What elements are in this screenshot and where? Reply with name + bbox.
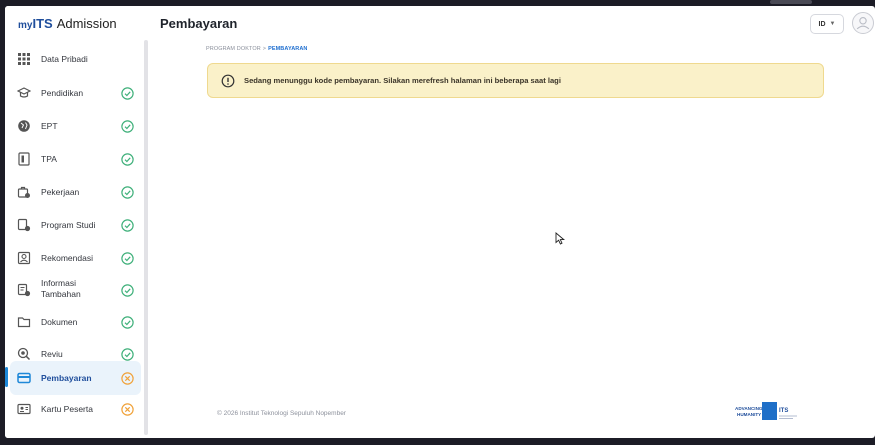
app-window: my ITS Admission Data Pribadi Pendidikan E… [5, 6, 875, 438]
sidebar-item-informasi-tambahan[interactable]: Informasi Tambahan [10, 272, 141, 308]
folder-icon [17, 317, 31, 328]
breadcrumb-separator: > [262, 46, 267, 52]
breadcrumb: PROGRAM DOKTOR > PEMBAYARAN [206, 46, 308, 52]
sidebar-scrollbar[interactable] [144, 40, 148, 435]
sidebar-item-label: Rekomendasi [41, 253, 93, 263]
sidebar-item-label: Kartu Peserta [41, 404, 93, 414]
chevron-down-icon: ▼ [829, 21, 836, 27]
footer-copyright: © 2026 Institut Teknologi Sepuluh Nopemb… [217, 410, 346, 417]
main-content: Pembayaran ID ▼ PROGRAM DOKTOR > PEMBAYARA… [150, 6, 875, 438]
payment-alert: Sedang menunggu kode pembayaran. Silakan… [207, 63, 824, 98]
globe-language-icon [18, 120, 30, 132]
sidebar-item-label: TPA [41, 154, 57, 164]
info-circle-icon [221, 74, 235, 88]
briefcase-icon [17, 186, 30, 198]
sidebar-item-dokumen[interactable]: Dokumen [10, 306, 141, 338]
logo-humanity: HUMANITY [737, 412, 761, 417]
check-circle-icon [121, 186, 134, 199]
check-circle-icon [121, 120, 134, 133]
recommendation-icon [17, 251, 31, 265]
alert-message: Sedang menunggu kode pembayaran. Silakan… [244, 76, 561, 85]
sidebar-item-ept[interactable]: EPT [10, 110, 141, 142]
top-chip [770, 0, 812, 4]
program-icon [17, 218, 31, 232]
brand-my: my [18, 20, 33, 31]
logo-its: ITS [779, 408, 788, 414]
sidebar-item-pembayaran[interactable]: Pembayaran [5, 361, 141, 395]
breadcrumb-current: PEMBAYARAN [268, 46, 308, 52]
page-title: Pembayaran [160, 16, 238, 31]
check-circle-icon [121, 316, 134, 329]
grid-icon [18, 53, 30, 65]
sidebar-item-label: EPT [41, 121, 58, 131]
sidebar-item-label: Data Pribadi [41, 54, 88, 64]
sidebar-item-pekerjaan[interactable]: Pekerjaan [10, 176, 141, 208]
brand-its: ITS [32, 16, 53, 31]
check-circle-icon [121, 348, 134, 361]
logo-advancing: ADVANCING [735, 406, 763, 411]
sidebar-item-label: Program Studi [41, 220, 96, 230]
sidebar-item-pendidikan[interactable]: Pendidikan [10, 77, 141, 109]
its-logo: ADVANCING HUMANITY ITS [735, 402, 797, 420]
graduation-cap-icon [17, 87, 31, 98]
sidebar-item-program-studi[interactable]: Program Studi [10, 209, 141, 241]
sidebar-item-label: Reviu [41, 349, 63, 359]
brand-logo[interactable]: my ITS Admission [18, 16, 117, 36]
sidebar-item-label: Pembayaran [41, 373, 92, 383]
sidebar-item-tpa[interactable]: TPA [10, 143, 141, 175]
mouse-cursor-icon [555, 232, 565, 245]
id-card-icon [17, 403, 31, 415]
active-indicator [5, 367, 8, 387]
sidebar-item-rekomendasi[interactable]: Rekomendasi [10, 242, 141, 274]
sidebar-item-label: Dokumen [41, 317, 78, 327]
check-circle-icon [121, 252, 134, 265]
language-selector[interactable]: ID ▼ [810, 14, 844, 34]
sidebar-item-kartu-peserta[interactable]: Kartu Peserta [10, 393, 141, 425]
bottom-band [0, 438, 875, 445]
pending-circle-icon [121, 372, 134, 385]
sidebar-item-data-pribadi[interactable]: Data Pribadi [10, 43, 141, 75]
check-circle-icon [121, 153, 134, 166]
pending-circle-icon [121, 403, 134, 416]
info-doc-icon [17, 283, 31, 297]
avatar[interactable] [852, 12, 874, 34]
document-icon [18, 152, 30, 166]
breadcrumb-parent[interactable]: PROGRAM DOKTOR [206, 46, 261, 52]
brand-app-name: Admission [56, 16, 117, 31]
sidebar-item-label: Informasi Tambahan [41, 278, 81, 299]
check-circle-icon [121, 87, 134, 100]
payment-card-icon [17, 372, 31, 384]
check-circle-icon [121, 284, 134, 297]
check-circle-icon [121, 219, 134, 232]
sidebar-item-label: Pendidikan [41, 88, 84, 98]
sidebar-item-label: Pekerjaan [41, 187, 80, 197]
language-value: ID [818, 20, 826, 28]
sidebar: my ITS Admission Data Pribadi Pendidikan E… [5, 6, 150, 438]
logo-emblem [762, 402, 777, 420]
review-icon [17, 347, 31, 361]
